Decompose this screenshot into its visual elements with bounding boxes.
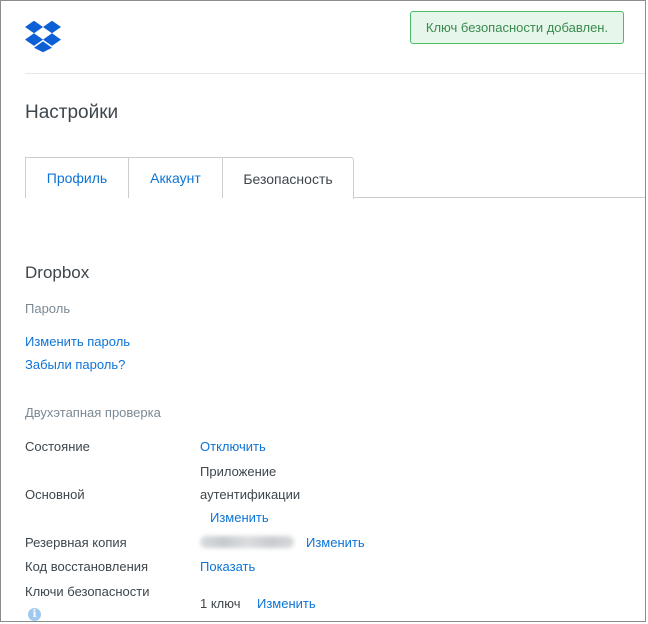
backup-label: Резервная копия bbox=[25, 535, 127, 550]
disable-two-step-link[interactable]: Отключить bbox=[200, 439, 266, 454]
tab-profile[interactable]: Профиль bbox=[25, 157, 128, 198]
recovery-code-label: Код восстановления bbox=[25, 559, 149, 574]
section-title: Dropbox bbox=[25, 263, 90, 282]
page-title: Настройки bbox=[25, 102, 119, 123]
primary-method-line1: Приложение bbox=[200, 464, 277, 479]
show-recovery-code-link[interactable]: Показать bbox=[200, 559, 255, 574]
change-security-keys-link[interactable]: Изменить bbox=[257, 596, 316, 611]
backup-phone-redacted bbox=[200, 536, 294, 548]
settings-tabs: Профиль Аккаунт Безопасность bbox=[25, 157, 645, 199]
success-toast: Ключ безопасности добавлен. bbox=[410, 11, 624, 44]
app-window: Ключ безопасности добавлен. Настройки Пр… bbox=[0, 0, 646, 622]
security-keys-label: Ключи безопасности bbox=[25, 584, 150, 599]
two-step-heading: Двухэтапная проверка bbox=[25, 405, 161, 420]
dropbox-logo-icon[interactable] bbox=[25, 19, 61, 53]
forgot-password-link[interactable]: Забыли пароль? bbox=[25, 357, 125, 372]
primary-method-line2: аутентификации bbox=[200, 487, 301, 502]
password-heading: Пароль bbox=[25, 301, 71, 316]
tab-account[interactable]: Аккаунт bbox=[128, 157, 223, 198]
status-label: Состояние bbox=[25, 439, 90, 454]
toast-message: Ключ безопасности добавлен. bbox=[425, 20, 609, 35]
header-divider bbox=[25, 73, 645, 74]
security-keys-count: 1 ключ bbox=[200, 596, 241, 611]
primary-label: Основной bbox=[25, 487, 85, 502]
tab-security[interactable]: Безопасность bbox=[223, 157, 354, 199]
change-primary-link[interactable]: Изменить bbox=[210, 510, 269, 525]
change-password-link[interactable]: Изменить пароль bbox=[25, 334, 130, 349]
change-backup-link[interactable]: Изменить bbox=[306, 535, 365, 550]
info-icon[interactable]: i bbox=[28, 608, 41, 621]
